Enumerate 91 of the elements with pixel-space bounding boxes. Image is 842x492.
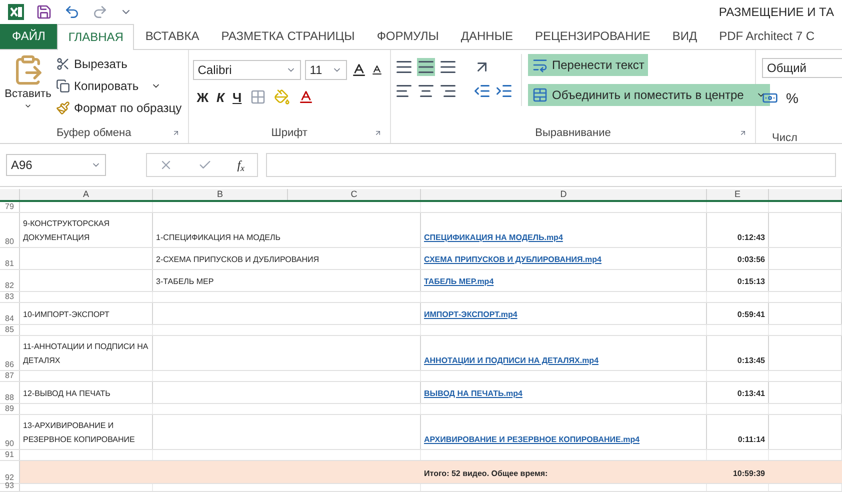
- table-cell-text: 11-АННОТАЦИИ И ПОДПИСИ НА ДЕТАЛЯХ: [23, 341, 149, 367]
- merge-center-button[interactable]: Объединить и поместить в центре: [528, 84, 770, 106]
- group-label: Буфер обмена: [56, 126, 132, 142]
- column-header[interactable]: A: [82, 188, 89, 202]
- row-number[interactable]: 79: [5, 202, 14, 212]
- underline-button[interactable]: Ч: [232, 88, 242, 108]
- row-number[interactable]: 82: [5, 281, 14, 291]
- dialog-launcher-icon[interactable]: [739, 128, 747, 137]
- grow-font-icon[interactable]: [350, 62, 367, 78]
- row-number[interactable]: 89: [5, 404, 14, 414]
- duration-cell-text: 0:13:41: [737, 388, 765, 400]
- column-header[interactable]: E: [734, 188, 740, 202]
- font-color-icon[interactable]: [298, 89, 314, 106]
- video-link[interactable]: СХЕМА ПРИПУСКОВ И ДУБЛИРОВАНИЯ.mp4: [424, 253, 602, 267]
- duration-cell-text: 0:13:45: [737, 355, 765, 367]
- paintbrush-icon: [56, 100, 70, 115]
- ribbon-tab[interactable]: ФАЙЛ: [0, 24, 58, 49]
- video-link[interactable]: ИМПОРТ-ЭКСПОРТ.mp4: [424, 308, 518, 322]
- table-cell-text: 13-АРХИВИРОВАНИЕ И РЕЗЕРВНОЕ КОПИРОВАНИЕ: [23, 420, 136, 446]
- ribbon-tab[interactable]: ВСТАВКА: [134, 24, 210, 49]
- insert-function-button[interactable]: f$_{x}$: [237, 156, 245, 174]
- fill-color-icon[interactable]: [274, 89, 290, 106]
- number-format-select[interactable]: Общий: [762, 58, 842, 78]
- row-number[interactable]: 88: [5, 393, 14, 403]
- row-number[interactable]: 84: [5, 314, 14, 324]
- save-icon[interactable]: [36, 4, 52, 20]
- table-cell-text: 3-ТАБЕЛЬ МЕР: [156, 276, 214, 288]
- duration-cell-text: 0:12:43: [737, 232, 765, 244]
- wrap-text-button[interactable]: Перенести текст: [528, 54, 648, 76]
- ribbon-tab[interactable]: PDF Architect 7 C: [708, 24, 826, 49]
- row-number[interactable]: 80: [5, 237, 14, 247]
- duration-cell-text: 0:15:13: [737, 276, 765, 288]
- duration-cell-text: 0:11:14: [738, 434, 765, 446]
- column-header[interactable]: C: [350, 188, 358, 202]
- paste-button[interactable]: Вставить: [4, 54, 52, 118]
- row-number[interactable]: 93: [5, 481, 14, 491]
- row-number[interactable]: 86: [5, 360, 14, 370]
- total-label: Итого: 52 видео. Общее время:: [424, 468, 548, 480]
- formula-input[interactable]: [266, 152, 836, 177]
- undo-icon[interactable]: [64, 4, 80, 20]
- table-cell-text: 10-ИМПОРТ-ЭКСПОРТ: [23, 309, 110, 321]
- video-link[interactable]: АРХИВИРОВАНИЕ И РЕЗЕРВНОЕ КОПИРОВАНИЕ.mp4: [424, 433, 640, 447]
- video-link[interactable]: ТАБЕЛЬ МЕР.mp4: [424, 275, 494, 289]
- ribbon-tab[interactable]: ВИД: [661, 24, 708, 49]
- group-label: Числ: [772, 132, 798, 144]
- borders-icon[interactable]: [250, 89, 266, 106]
- spreadsheet-logo-icon: [8, 4, 24, 20]
- shrink-font-icon[interactable]: [370, 64, 383, 76]
- wrap-text-icon: [532, 56, 548, 73]
- column-header[interactable]: D: [560, 188, 567, 202]
- italic-button[interactable]: К: [216, 88, 225, 108]
- group-label: Шрифт: [271, 126, 308, 142]
- video-link[interactable]: СПЕЦИФИКАЦИЯ НА МОДЕЛЬ.mp4: [424, 231, 563, 245]
- font-family-select[interactable]: Calibri: [192, 60, 301, 80]
- duration-cell-text: 0:59:41: [737, 309, 765, 321]
- copy-icon: [56, 78, 70, 93]
- dialog-launcher-icon[interactable]: [374, 128, 382, 137]
- ribbon-tab[interactable]: ФОРМУЛЫ: [366, 24, 450, 49]
- redo-icon[interactable]: [92, 4, 108, 20]
- row-number[interactable]: 81: [5, 259, 14, 269]
- row-number[interactable]: 87: [5, 371, 14, 381]
- dialog-launcher-icon[interactable]: [172, 128, 180, 137]
- row-number[interactable]: 91: [5, 450, 14, 460]
- row-number[interactable]: 90: [5, 439, 14, 449]
- ribbon-tab[interactable]: РАЗМЕТКА СТРАНИЦЫ: [210, 24, 366, 49]
- group-label: Выравнивание: [535, 126, 611, 142]
- table-cell-text: 12-ВЫВОД НА ПЕЧАТЬ: [23, 388, 110, 400]
- scissors-icon: [56, 56, 70, 71]
- ribbon-tab[interactable]: РЕЦЕНЗИРОВАНИЕ: [524, 24, 662, 49]
- duration-cell-text: 0:03:56: [737, 254, 765, 266]
- name-box[interactable]: A96: [6, 154, 106, 176]
- duration-cell-text: 10:59:39: [732, 468, 765, 480]
- bold-button[interactable]: Ж: [196, 88, 209, 108]
- table-cell-text: 9-КОНСТРУКТОРСКАЯ ДОКУМЕНТАЦИЯ: [23, 218, 111, 244]
- video-link[interactable]: АННОТАЦИИ И ПОДПИСИ НА ДЕТАЛЯХ.mp4: [424, 354, 599, 368]
- format-painter-button[interactable]: Формат по образцу: [56, 98, 182, 118]
- window-title: РАЗМЕЩЕНИЕ И ТА: [718, 4, 834, 22]
- cut-button[interactable]: Вырезать: [56, 54, 182, 74]
- table-cell-text: 1-СПЕЦИФИКАЦИЯ НА МОДЕЛЬ: [156, 232, 280, 244]
- copy-button[interactable]: Копировать: [56, 76, 182, 96]
- row-number[interactable]: 83: [5, 292, 14, 302]
- align-middle-icon[interactable]: [417, 58, 435, 76]
- video-link[interactable]: ВЫВОД НА ПЕЧАТЬ.mp4: [424, 387, 522, 401]
- ribbon-tab[interactable]: ДАННЫЕ: [450, 24, 524, 49]
- ribbon-tab[interactable]: ГЛАВНАЯ: [57, 24, 134, 50]
- percent-button[interactable]: %: [786, 88, 798, 109]
- font-size-select[interactable]: 11: [304, 60, 347, 80]
- table-cell-text: 2-СХЕМА ПРИПУСКОВ И ДУБЛИРОВАНИЯ: [156, 254, 320, 266]
- row-number[interactable]: 85: [5, 325, 14, 335]
- column-header[interactable]: B: [216, 188, 223, 202]
- merge-cells-icon: [532, 86, 548, 103]
